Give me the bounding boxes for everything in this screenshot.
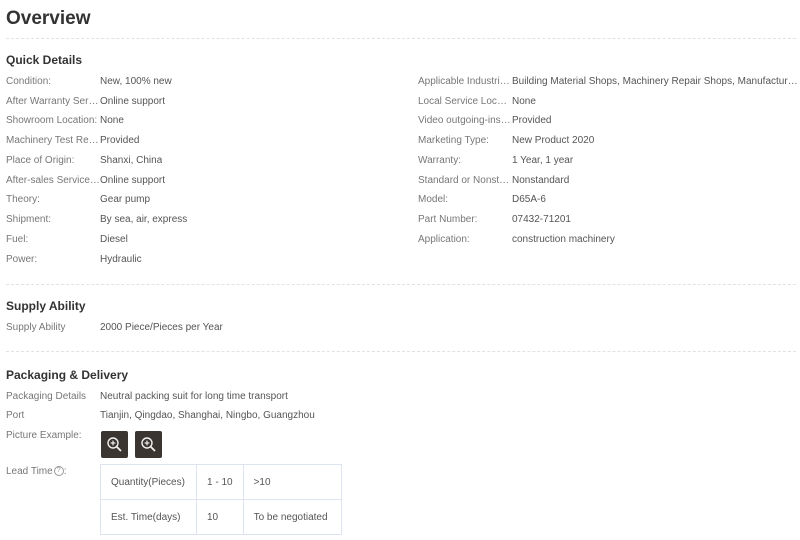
detail-key: Condition: bbox=[6, 76, 52, 87]
picture-thumbnail[interactable] bbox=[101, 431, 128, 458]
port-row: Port Tianjin, Qingdao, Shanghai, Ningbo, … bbox=[6, 408, 406, 424]
detail-key: Applicable Industries: bbox=[418, 76, 512, 87]
lead-time-colon: : bbox=[63, 466, 67, 477]
lead-time-table: Quantity(Pieces) 1 - 10 >10 Est. Time(da… bbox=[100, 464, 342, 535]
detail-key: Place of Origin: bbox=[6, 155, 75, 166]
detail-key: Standard or Nonstandard: bbox=[418, 175, 512, 186]
detail-row: Machinery Test Report: Provided bbox=[6, 133, 406, 149]
detail-value: Diesel bbox=[100, 234, 128, 245]
detail-key: Application: bbox=[418, 234, 470, 245]
detail-row: Theory: Gear pump bbox=[6, 192, 406, 208]
detail-value: Provided bbox=[512, 115, 552, 126]
detail-key: Warranty: bbox=[418, 155, 461, 166]
detail-value: Provided bbox=[100, 135, 140, 146]
detail-value: Online support bbox=[100, 175, 166, 186]
detail-key: After Warranty Service: bbox=[6, 96, 100, 107]
detail-key: Part Number: bbox=[418, 214, 478, 225]
help-icon[interactable]: ? bbox=[53, 466, 64, 477]
table-cell: 1 - 10 bbox=[196, 464, 244, 500]
supply-ability-key: Supply Ability bbox=[6, 322, 66, 333]
detail-key: Shipment: bbox=[6, 214, 52, 225]
detail-key: Showroom Location: bbox=[6, 115, 98, 126]
table-cell: Quantity(Pieces) bbox=[100, 464, 197, 500]
table-row: Est. Time(days) 10 To be negotiated bbox=[100, 499, 342, 535]
detail-value: Nonstandard bbox=[512, 175, 570, 186]
table-cell: 10 bbox=[196, 499, 244, 535]
detail-row: Application: construction machinery bbox=[418, 232, 798, 248]
detail-row: Marketing Type: New Product 2020 bbox=[418, 133, 798, 149]
lead-time-text: Lead Time bbox=[6, 466, 53, 477]
table-cell: Est. Time(days) bbox=[100, 499, 197, 535]
detail-row: Video outgoing-inspection:Provided bbox=[418, 113, 798, 129]
detail-value: New, 100% new bbox=[100, 76, 172, 87]
detail-row: Showroom Location: None bbox=[6, 113, 406, 129]
detail-key: Power: bbox=[6, 254, 38, 265]
quick-details-title: Quick Details bbox=[6, 53, 83, 67]
detail-value: 07432-71201 bbox=[512, 214, 571, 225]
port-value: Tianjin, Qingdao, Shanghai, Ningbo, Guan… bbox=[100, 410, 315, 421]
detail-key: Video outgoing-inspection: bbox=[418, 115, 512, 126]
page-title: Overview bbox=[6, 8, 91, 29]
detail-value: None bbox=[100, 115, 124, 126]
detail-value: Shanxi, China bbox=[100, 155, 163, 166]
detail-row: After-sales Service Provided:Online supp… bbox=[6, 173, 406, 189]
packaging-details-value: Neutral packing suit for long time trans… bbox=[100, 391, 288, 402]
detail-row: Power: Hydraulic bbox=[6, 252, 406, 268]
supply-ability-divider bbox=[6, 351, 796, 352]
detail-row: Standard or Nonstandard:Nonstandard bbox=[418, 173, 798, 189]
detail-value: construction machinery bbox=[512, 234, 615, 245]
picture-thumbnail[interactable] bbox=[135, 431, 162, 458]
detail-row: Place of Origin: Shanxi, China bbox=[6, 153, 406, 169]
detail-value: Gear pump bbox=[100, 194, 151, 205]
detail-value: 1 Year, 1 year bbox=[512, 155, 574, 166]
detail-key: Local Service Location: bbox=[418, 96, 512, 107]
detail-value: Building Material Shops, Machinery Repai… bbox=[512, 76, 798, 87]
detail-row: Condition: New, 100% new bbox=[6, 74, 406, 90]
detail-key: Model: bbox=[418, 194, 449, 205]
table-cell: To be negotiated bbox=[242, 499, 342, 535]
detail-value: Hydraulic bbox=[100, 254, 142, 265]
packaging-details-key: Packaging Details bbox=[6, 391, 87, 402]
zoom-in-icon bbox=[141, 437, 156, 452]
detail-key: Marketing Type: bbox=[418, 135, 489, 146]
detail-key: Fuel: bbox=[6, 234, 29, 245]
port-key: Port bbox=[6, 410, 25, 421]
picture-example-key: Picture Example: bbox=[6, 430, 82, 441]
picture-example-row: Picture Example: bbox=[6, 428, 406, 444]
table-row: Quantity(Pieces) 1 - 10 >10 bbox=[100, 464, 342, 500]
detail-row: Model: D65A-6 bbox=[418, 192, 798, 208]
detail-key: Theory: bbox=[6, 194, 40, 205]
detail-row: Part Number: 07432-71201 bbox=[418, 212, 798, 228]
table-cell: >10 bbox=[242, 464, 342, 500]
detail-row: Shipment: By sea, air, express bbox=[6, 212, 406, 228]
lead-time-label: Lead Time?: bbox=[6, 464, 66, 480]
supply-ability-value: 2000 Piece/Pieces per Year bbox=[100, 322, 223, 333]
detail-value: D65A-6 bbox=[512, 194, 546, 205]
detail-value: Online support bbox=[100, 96, 166, 107]
zoom-in-icon bbox=[107, 437, 122, 452]
detail-row: Fuel: Diesel bbox=[6, 232, 406, 248]
detail-row: Applicable Industries: Building Material … bbox=[418, 74, 798, 90]
detail-key: After-sales Service Provided: bbox=[6, 175, 100, 186]
supply-ability-title: Supply Ability bbox=[6, 299, 86, 313]
packaging-details-row: Packaging Details Neutral packing suit fo… bbox=[6, 389, 406, 405]
detail-value: New Product 2020 bbox=[512, 135, 595, 146]
quick-details-divider bbox=[6, 284, 796, 285]
detail-row: Local Service Location: None bbox=[418, 94, 798, 110]
detail-row: After Warranty Service: Online support bbox=[6, 94, 406, 110]
detail-key: Machinery Test Report: bbox=[6, 135, 100, 146]
detail-value: By sea, air, express bbox=[100, 214, 188, 225]
detail-value: None bbox=[512, 96, 536, 107]
packaging-title: Packaging & Delivery bbox=[6, 368, 129, 382]
detail-row: Warranty: 1 Year, 1 year bbox=[418, 153, 798, 169]
supply-ability-row: Supply Ability 2000 Piece/Pieces per Year bbox=[6, 320, 406, 336]
title-divider bbox=[6, 38, 796, 39]
